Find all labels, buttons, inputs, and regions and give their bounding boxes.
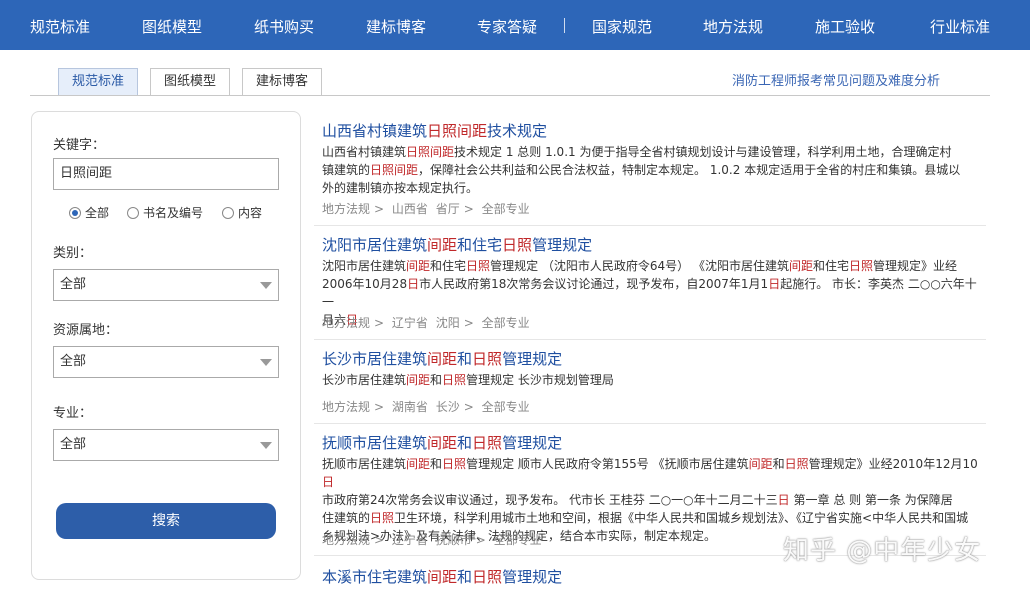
chevron-right-icon: > [463, 316, 474, 330]
radio-selected-icon [69, 206, 81, 219]
watermark: 知乎 @中年少女 [783, 536, 982, 566]
category-label: 类别： [53, 246, 93, 261]
radio-all[interactable]: 全部 [69, 204, 109, 221]
category-select[interactable]: 全部 [53, 269, 279, 301]
promo-link[interactable]: 消防工程师报考常见问题及难度分析 [732, 70, 940, 89]
chevron-right-icon: > [374, 400, 385, 414]
tab-standards[interactable]: 规范标准 [58, 68, 138, 96]
meta-major[interactable]: 全部专业 [482, 202, 530, 216]
tab-drawings[interactable]: 图纸模型 [150, 68, 230, 96]
chevron-down-icon [260, 282, 272, 289]
radio-icon [127, 206, 139, 219]
meta-major[interactable]: 全部专业 [482, 316, 530, 330]
result-item: 山西省村镇建筑日照间距技术规定 山西省村镇建筑日照间距技术规定 1 总则 1.0… [314, 112, 986, 226]
result-desc-line: 住建筑的日照卫生环境，科学利用城市土地和空间，根据《中华人民共和国城乡规划法》、… [322, 511, 969, 525]
result-title[interactable]: 本溪市住宅建筑间距和日照管理规定 [322, 566, 562, 587]
search-panel: 关键字： 日照间距 全部 书名及编号 内容 类别： 全部 资源属地： 全部 专业… [31, 111, 301, 580]
result-meta: 地方法规 > 山西省 省厅 > 全部专业 [322, 200, 534, 217]
result-desc-line: 2006年10月28日市人民政府第18次常务会议讨论通过，现予发布，自2007年… [322, 277, 977, 309]
nav-item-construction[interactable]: 施工验收 [815, 16, 875, 37]
result-description: 山西省村镇建筑日照间距技术规定 1 总则 1.0.1 为便于指导全省村镇规划设计… [322, 143, 982, 197]
meta-type[interactable]: 地方法规 [322, 316, 370, 330]
nav-item-books[interactable]: 纸书购买 [254, 16, 314, 37]
chevron-down-icon [260, 442, 272, 449]
nav-item-local[interactable]: 地方法规 [703, 16, 763, 37]
result-desc-line: 沈阳市居住建筑间距和住宅日照管理规定 （沈阳市人民政府令64号） 《沈阳市居住建… [322, 259, 958, 273]
result-meta: 地方法规 > 湖南省 长沙 > 全部专业 [322, 398, 534, 415]
result-desc-line: 镇建筑的日照间距，保障社会公共利益和公民合法权益，特制定本规定。 1.0.2 本… [322, 163, 961, 177]
radio-all-label: 全部 [85, 206, 110, 220]
radio-icon [222, 206, 234, 219]
nav-item-blog[interactable]: 建标博客 [366, 16, 426, 37]
resource-value: 全部 [60, 354, 87, 369]
chevron-right-icon: > [475, 533, 486, 547]
top-nav: 规范标准 图纸模型 纸书购买 建标博客 专家答疑 国家规范 地方法规 施工验收 … [0, 0, 1030, 50]
meta-province[interactable]: 湖南省 [392, 400, 428, 414]
result-item: 长沙市居住建筑间距和日照管理规定 长沙市居住建筑间距和日照管理规定 长沙市规划管… [314, 340, 986, 424]
keyword-input[interactable]: 日照间距 [53, 158, 279, 190]
resource-label: 资源属地： [53, 323, 119, 338]
nav-divider [564, 18, 565, 33]
radio-title-label: 书名及编号 [143, 206, 204, 220]
search-button[interactable]: 搜索 [56, 503, 276, 539]
resource-select[interactable]: 全部 [53, 346, 279, 378]
meta-major[interactable]: 全部专业 [482, 400, 530, 414]
result-item: 沈阳市居住建筑间距和住宅日照管理规定 沈阳市居住建筑间距和住宅日照管理规定 （沈… [314, 226, 986, 340]
chevron-right-icon: > [374, 316, 385, 330]
result-meta: 地方法规 > 辽宁省 沈阳 > 全部专业 [322, 314, 534, 331]
nav-item-qa[interactable]: 专家答疑 [477, 16, 537, 37]
chevron-right-icon: > [463, 202, 474, 216]
meta-region[interactable]: 长沙 [436, 400, 460, 414]
nav-item-drawings[interactable]: 图纸模型 [142, 16, 202, 37]
result-title[interactable]: 长沙市居住建筑间距和日照管理规定 [322, 348, 562, 369]
meta-type[interactable]: 地方法规 [322, 202, 370, 216]
radio-title-number[interactable]: 书名及编号 [127, 204, 203, 221]
meta-type[interactable]: 地方法规 [322, 533, 370, 547]
result-description: 长沙市居住建筑间距和日照管理规定 长沙市规划管理局 [322, 371, 982, 389]
major-label: 专业： [53, 406, 93, 421]
nav-item-national[interactable]: 国家规范 [592, 16, 652, 37]
meta-region[interactable]: 沈阳 [436, 316, 460, 330]
meta-province[interactable]: 辽宁省 [392, 533, 428, 547]
result-title[interactable]: 山西省村镇建筑日照间距技术规定 [322, 120, 547, 141]
keyword-label: 关键字： [53, 138, 106, 153]
category-value: 全部 [60, 277, 87, 292]
result-title[interactable]: 抚顺市居住建筑间距和日照管理规定 [322, 432, 562, 453]
result-desc-line: 市政府第24次常务会议审议通过，现予发布。 代市长 王桂芬 二○一○年十二月二十… [322, 493, 953, 507]
result-desc-line: 抚顺市居住建筑间距和日照管理规定 顺市人民政府令第155号 《抚顺市居住建筑间距… [322, 457, 978, 489]
nav-item-standards[interactable]: 规范标准 [30, 16, 90, 37]
radio-content-label: 内容 [238, 206, 263, 220]
chevron-right-icon: > [374, 202, 385, 216]
meta-province[interactable]: 山西省 [392, 202, 428, 216]
result-desc-line: 山西省村镇建筑日照间距技术规定 1 总则 1.0.1 为便于指导全省村镇规划设计… [322, 145, 952, 159]
chevron-down-icon [260, 359, 272, 366]
result-desc-line: 长沙市居住建筑间距和日照管理规定 长沙市规划管理局 [322, 373, 614, 387]
chevron-right-icon: > [463, 400, 474, 414]
meta-major[interactable]: 全部专业 [494, 533, 542, 547]
meta-type[interactable]: 地方法规 [322, 400, 370, 414]
nav-item-industry[interactable]: 行业标准 [930, 16, 990, 37]
result-title[interactable]: 沈阳市居住建筑间距和住宅日照管理规定 [322, 234, 592, 255]
meta-region[interactable]: 抚顺市 [436, 533, 472, 547]
radio-content[interactable]: 内容 [222, 204, 262, 221]
meta-region[interactable]: 省厅 [436, 202, 460, 216]
result-meta: 地方法规 > 辽宁省 抚顺市 > 全部专业 [322, 531, 546, 548]
chevron-right-icon: > [374, 533, 385, 547]
major-value: 全部 [60, 437, 87, 452]
tab-blog[interactable]: 建标博客 [242, 68, 322, 96]
tab-divider [30, 95, 990, 96]
result-desc-line: 外的建制镇亦按本规定执行。 [322, 181, 479, 195]
meta-province[interactable]: 辽宁省 [392, 316, 428, 330]
major-select[interactable]: 全部 [53, 429, 279, 461]
